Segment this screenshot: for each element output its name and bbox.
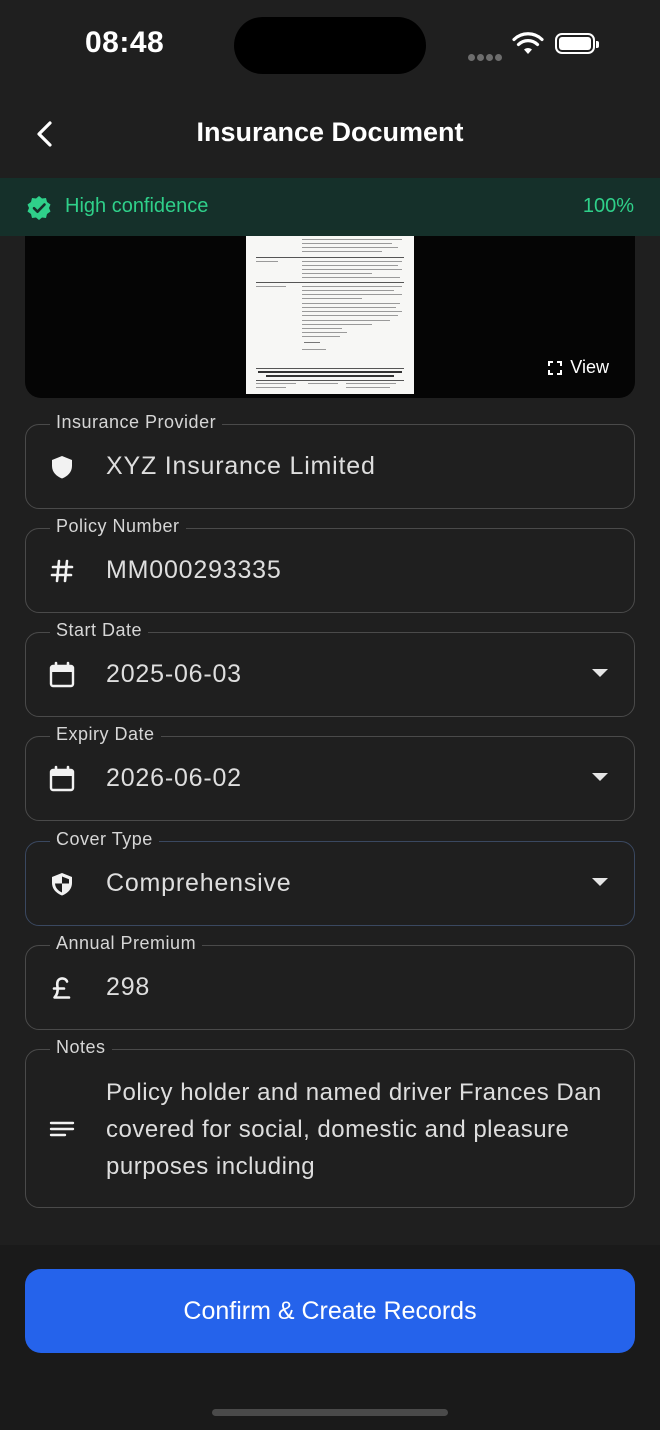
verified-badge-icon — [27, 196, 51, 220]
expand-icon — [548, 361, 563, 375]
document-thumbnail — [246, 236, 414, 394]
expiry-date-field[interactable]: Expiry Date 2026-06-02 — [25, 724, 635, 821]
start-date-label: Start Date — [50, 620, 149, 641]
notes-icon — [49, 1121, 75, 1137]
dynamic-island — [234, 17, 426, 74]
wifi-icon — [512, 32, 544, 54]
document-preview[interactable]: View — [25, 236, 635, 398]
battery-icon — [555, 33, 599, 54]
status-bar: 08:48 — [0, 0, 660, 90]
hash-icon — [50, 559, 74, 583]
policy-number-value: MM000293335 — [106, 556, 282, 584]
view-document-button[interactable]: View — [548, 357, 609, 378]
expiry-date-value: 2026-06-02 — [106, 764, 242, 792]
pound-icon — [52, 977, 71, 999]
notes-field[interactable]: Notes Policy holder and named driver Fra… — [25, 1037, 635, 1208]
start-date-value: 2025-06-03 — [106, 660, 242, 688]
notes-value: Policy holder and named driver Frances D… — [106, 1079, 602, 1180]
confidence-label: High confidence — [65, 195, 209, 217]
insurance-provider-field[interactable]: Insurance Provider XYZ Insurance Limited — [25, 412, 635, 509]
insurance-provider-value: XYZ Insurance Limited — [106, 452, 376, 480]
policy-number-field[interactable]: Policy Number MM000293335 — [25, 516, 635, 613]
home-indicator[interactable] — [212, 1409, 448, 1416]
chevron-down-icon[interactable] — [592, 773, 608, 781]
start-date-field[interactable]: Start Date 2025-06-03 — [25, 620, 635, 717]
expiry-date-label: Expiry Date — [50, 724, 161, 745]
bottom-action-bar: Confirm & Create Records — [0, 1245, 660, 1430]
confirm-create-records-button[interactable]: Confirm & Create Records — [25, 1269, 635, 1353]
chevron-down-icon[interactable] — [592, 669, 608, 677]
confidence-banner: High confidence 100% — [0, 178, 660, 236]
cover-type-field[interactable]: Cover Type Comprehensive — [25, 829, 635, 926]
cover-type-label: Cover Type — [50, 829, 159, 850]
status-time: 08:48 — [85, 26, 165, 59]
annual-premium-label: Annual Premium — [50, 933, 203, 954]
calendar-icon — [49, 765, 75, 792]
nav-header: Insurance Document — [0, 90, 660, 178]
page-title: Insurance Document — [196, 117, 464, 147]
cover-type-value: Comprehensive — [106, 869, 292, 897]
cellular-signal-icon — [468, 48, 504, 66]
policy-number-label: Policy Number — [50, 516, 186, 537]
insurance-provider-label: Insurance Provider — [50, 412, 223, 433]
view-label: View — [570, 357, 609, 377]
calendar-icon — [49, 661, 75, 688]
confidence-percent: 100% — [582, 195, 634, 217]
annual-premium-field[interactable]: Annual Premium 298 — [25, 933, 635, 1030]
annual-premium-value: 298 — [106, 973, 151, 1001]
shield-half-icon — [52, 873, 72, 896]
chevron-down-icon[interactable] — [592, 878, 608, 886]
shield-icon — [52, 456, 72, 479]
notes-label: Notes — [50, 1037, 112, 1058]
